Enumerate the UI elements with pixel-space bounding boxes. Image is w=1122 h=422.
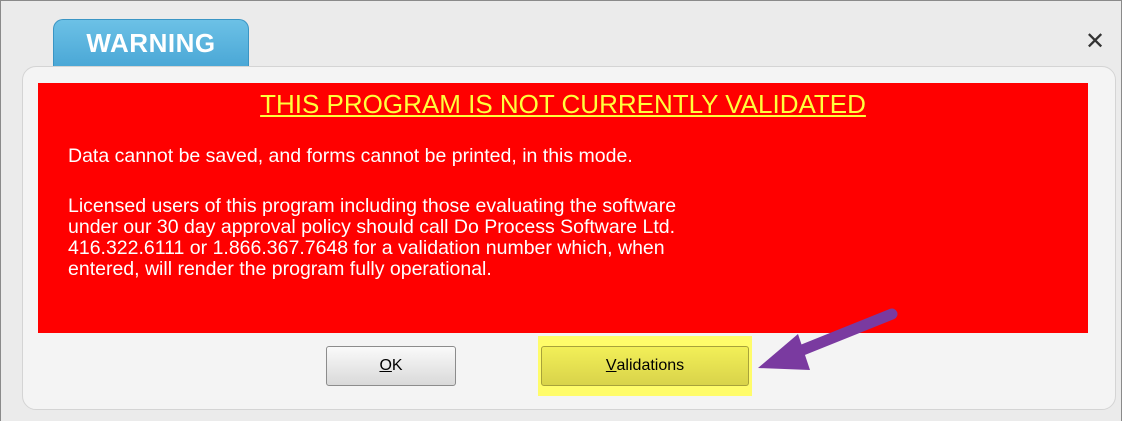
validations-mnemonic: V <box>605 357 617 374</box>
alert-title: THIS PROGRAM IS NOT CURRENTLY VALIDATED <box>260 89 866 119</box>
close-icon[interactable]: ✕ <box>1083 29 1107 53</box>
alert-paragraph-line: 416.322.6111 or 1.866.367.7648 for a val… <box>68 237 665 259</box>
arrow-head <box>758 334 810 370</box>
ok-button[interactable]: OK <box>326 346 456 386</box>
alert-paragraph-line: under our 30 day approval policy should … <box>68 216 676 238</box>
dialog-title-tab: WARNING <box>53 19 249 67</box>
alert-paragraph-line: Licensed users of this program including… <box>68 195 677 217</box>
validation-alert-box: THIS PROGRAM IS NOT CURRENTLY VALIDATED … <box>38 83 1088 333</box>
dialog-title: WARNING <box>86 28 216 58</box>
validations-button[interactable]: Validations <box>541 346 749 386</box>
alert-paragraph-line: entered, will render the program fully o… <box>68 258 492 280</box>
alert-line-save-print: Data cannot be saved, and forms cannot b… <box>68 145 633 167</box>
arrow-shaft <box>784 308 898 361</box>
ok-mnemonic: O <box>379 357 392 374</box>
ok-label: K <box>391 357 403 374</box>
validations-label: alidations <box>616 357 685 374</box>
arrow-icon <box>758 308 898 370</box>
